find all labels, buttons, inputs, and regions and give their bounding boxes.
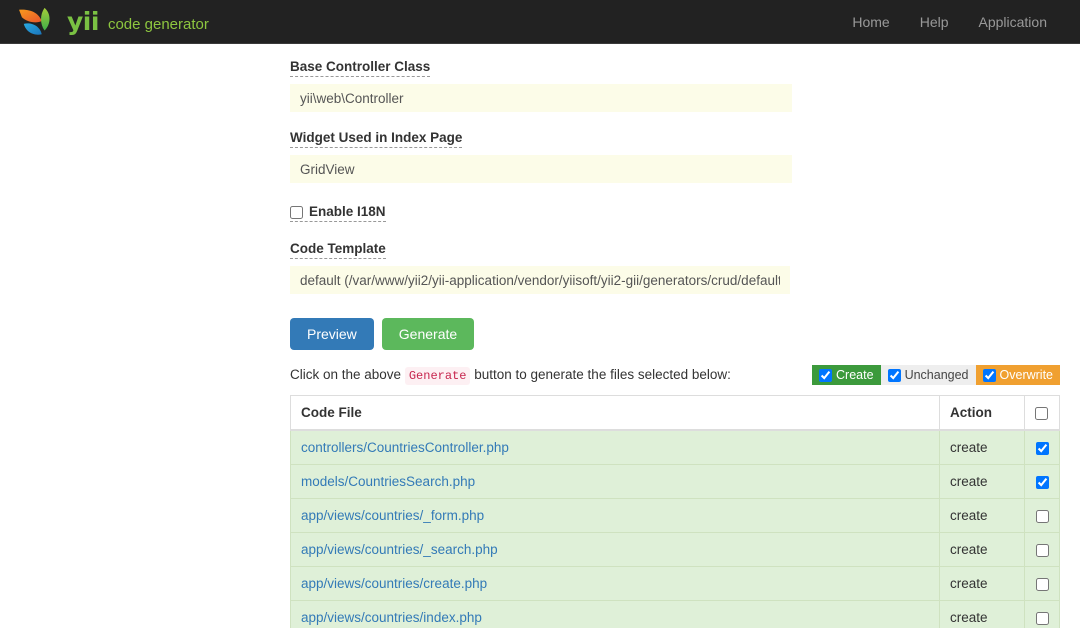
legend-unchanged[interactable]: Unchanged bbox=[880, 365, 976, 385]
row-select-checkbox[interactable] bbox=[1035, 441, 1049, 455]
file-status-legend: Create Unchanged Overwrite bbox=[812, 365, 1060, 385]
table-row: app/views/countries/index.php create bbox=[290, 600, 1060, 628]
legend-unchanged-label: Unchanged bbox=[904, 368, 969, 382]
legend-create-checkbox[interactable] bbox=[819, 368, 833, 382]
base-controller-input[interactable] bbox=[290, 84, 792, 112]
table-row: app/views/countries/_search.php create bbox=[290, 532, 1060, 567]
cell-select[interactable] bbox=[1024, 430, 1060, 465]
select-all-checkbox[interactable] bbox=[1035, 406, 1048, 420]
generated-files-table: Code File Action controllers/CountriesCo… bbox=[290, 395, 1060, 628]
preview-button[interactable]: Preview bbox=[290, 318, 374, 350]
cell-action: create bbox=[939, 498, 1025, 533]
cell-action: create bbox=[939, 600, 1025, 628]
page-content: Base Controller Class Widget Used in Ind… bbox=[0, 44, 1080, 628]
table-row: controllers/CountriesController.php creat… bbox=[290, 430, 1060, 465]
cell-action: create bbox=[939, 532, 1025, 567]
nav-link-application[interactable]: Application bbox=[964, 0, 1063, 44]
cell-code-file: app/views/countries/_search.php bbox=[290, 532, 940, 567]
field-base-controller: Base Controller Class bbox=[290, 44, 1060, 112]
column-header-code-file: Code File bbox=[290, 395, 940, 431]
code-file-link[interactable]: app/views/countries/_search.php bbox=[301, 542, 498, 557]
cell-select[interactable] bbox=[1024, 566, 1060, 601]
row-select-checkbox[interactable] bbox=[1035, 611, 1049, 625]
cell-select[interactable] bbox=[1024, 532, 1060, 567]
generate-hint: Click on the above Generate button to ge… bbox=[290, 367, 731, 385]
hint-prefix: Click on the above bbox=[290, 367, 402, 382]
table-body: controllers/CountriesController.php creat… bbox=[290, 430, 1060, 628]
enable-i18n-text: Enable I18N bbox=[309, 204, 386, 219]
legend-overwrite-checkbox[interactable] bbox=[982, 368, 996, 382]
legend-create[interactable]: Create bbox=[812, 365, 881, 385]
table-row: app/views/countries/_form.php create bbox=[290, 498, 1060, 533]
cell-select[interactable] bbox=[1024, 498, 1060, 533]
widget-label: Widget Used in Index Page bbox=[290, 131, 463, 148]
cell-code-file: models/CountriesSearch.php bbox=[290, 464, 940, 499]
brand-name: yii bbox=[67, 7, 99, 36]
nav-link-home[interactable]: Home bbox=[837, 0, 904, 44]
brand-subtitle: code generator bbox=[107, 16, 209, 33]
code-template-label: Code Template bbox=[290, 242, 386, 259]
field-widget: Widget Used in Index Page bbox=[290, 129, 1060, 183]
row-select-checkbox[interactable] bbox=[1035, 509, 1049, 523]
code-template-input[interactable] bbox=[290, 266, 790, 294]
cell-code-file: app/views/countries/index.php bbox=[290, 600, 940, 628]
yii-bird-logo-icon bbox=[16, 5, 58, 39]
cell-action: create bbox=[939, 430, 1025, 465]
generator-form-container: Base Controller Class Widget Used in Ind… bbox=[290, 44, 1060, 628]
table-head: Code File Action bbox=[290, 395, 1060, 431]
row-select-checkbox[interactable] bbox=[1035, 577, 1049, 591]
column-header-action: Action bbox=[939, 395, 1025, 431]
table-row: models/CountriesSearch.php create bbox=[290, 464, 1060, 499]
code-file-link[interactable]: app/views/countries/_form.php bbox=[301, 508, 484, 523]
field-enable-i18n: Enable I18N bbox=[290, 200, 1060, 222]
legend-create-label: Create bbox=[836, 368, 874, 382]
code-file-link[interactable]: controllers/CountriesController.php bbox=[301, 440, 509, 455]
cell-code-file: app/views/countries/_form.php bbox=[290, 498, 940, 533]
hint-and-legend-row: Click on the above Generate button to ge… bbox=[290, 364, 1060, 386]
base-controller-label: Base Controller Class bbox=[290, 60, 431, 77]
cell-code-file: app/views/countries/create.php bbox=[290, 566, 940, 601]
legend-unchanged-checkbox[interactable] bbox=[887, 368, 901, 382]
row-select-checkbox[interactable] bbox=[1035, 543, 1049, 557]
code-file-link[interactable]: models/CountriesSearch.php bbox=[301, 474, 475, 489]
enable-i18n-label[interactable]: Enable I18N bbox=[290, 205, 386, 222]
table-header-row: Code File Action bbox=[290, 395, 1060, 431]
legend-overwrite[interactable]: Overwrite bbox=[975, 365, 1060, 385]
nav-links: Home Help Application bbox=[837, 0, 1062, 44]
brand-link[interactable]: yii code generator bbox=[16, 5, 209, 39]
cell-code-file: controllers/CountriesController.php bbox=[290, 430, 940, 465]
cell-action: create bbox=[939, 566, 1025, 601]
nav-link-help[interactable]: Help bbox=[905, 0, 964, 44]
table-row: app/views/countries/create.php create bbox=[290, 566, 1060, 601]
row-select-checkbox[interactable] bbox=[1035, 475, 1049, 489]
cell-select[interactable] bbox=[1024, 600, 1060, 628]
field-code-template: Code Template bbox=[290, 240, 1060, 294]
cell-select[interactable] bbox=[1024, 464, 1060, 499]
legend-overwrite-label: Overwrite bbox=[999, 368, 1053, 382]
enable-i18n-checkbox[interactable] bbox=[290, 205, 303, 219]
hint-suffix: button to generate the files selected be… bbox=[474, 367, 731, 382]
cell-action: create bbox=[939, 464, 1025, 499]
hint-code: Generate bbox=[404, 367, 471, 385]
action-buttons: Preview Generate bbox=[290, 318, 1060, 350]
top-navbar: yii code generator Home Help Application bbox=[0, 0, 1080, 44]
code-file-link[interactable]: app/views/countries/index.php bbox=[301, 610, 482, 625]
column-header-select-all[interactable] bbox=[1024, 395, 1060, 431]
widget-input[interactable] bbox=[290, 155, 792, 183]
code-file-link[interactable]: app/views/countries/create.php bbox=[301, 576, 487, 591]
generate-button[interactable]: Generate bbox=[381, 318, 475, 350]
